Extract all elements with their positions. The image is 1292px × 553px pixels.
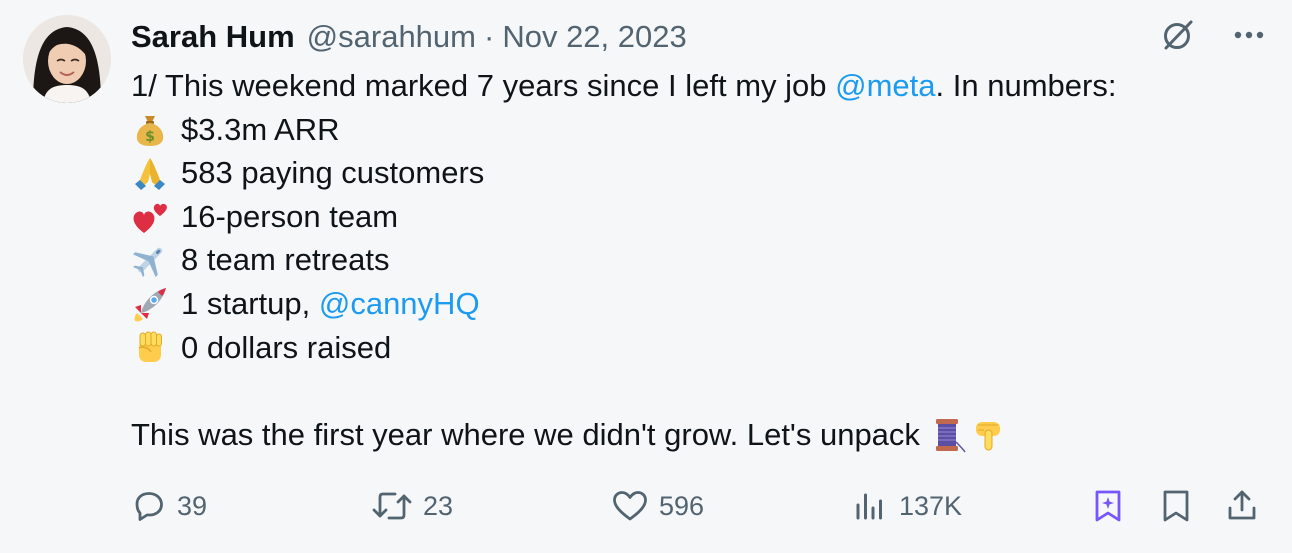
stat-line: 583 paying customers [131, 151, 1251, 195]
stat-line: 8 team retreats [131, 238, 1251, 282]
grok-bookmark-icon [1095, 490, 1121, 522]
share-button[interactable] [1225, 486, 1259, 526]
bookmark-button[interactable] [1159, 486, 1193, 526]
bookmark-icon [1163, 490, 1189, 522]
tweet-intro-suffix: . In numbers: [935, 68, 1117, 103]
views-button[interactable]: 137K [853, 486, 962, 526]
share-icon [1228, 490, 1256, 520]
grok-icon[interactable] [1160, 17, 1196, 53]
heart-icon [613, 491, 647, 521]
raised-fist-icon [131, 328, 169, 366]
views-count: 137K [899, 490, 963, 521]
thread-icon [928, 416, 966, 454]
tweet-closing-text: This was the first year where we didn't … [131, 416, 920, 452]
stat-text: 1 startup, [181, 285, 319, 321]
tweet-action-bar: 39 23 596 137K [131, 486, 1266, 526]
reply-button[interactable]: 39 [131, 486, 207, 526]
reply-icon [135, 492, 163, 521]
stat-text: 8 team retreats [181, 242, 390, 278]
tweet-intro-line: 1/ This weekend marked 7 years since I l… [131, 64, 1251, 108]
stat-text: 16-person team [181, 198, 399, 234]
stat-line: $ $3.3m ARR [131, 108, 1251, 152]
like-button[interactable]: 596 [611, 486, 704, 526]
stat-line: 1 startup, @cannyHQ [131, 282, 1251, 326]
tweet-intro-text: 1/ This weekend marked 7 years since I l… [131, 68, 836, 103]
mention-meta-link[interactable]: @meta [835, 64, 935, 108]
tweet-top-actions [1160, 17, 1264, 53]
stat-line: 0 dollars raised [131, 326, 1251, 370]
rocket-icon [131, 285, 169, 323]
author-name[interactable]: Sarah Hum [131, 19, 295, 55]
tweet-closing-line: This was the first year where we didn't … [131, 413, 1251, 457]
folded-hands-icon [131, 154, 169, 192]
stat-text: 583 paying customers [181, 155, 485, 191]
mention-cannyhq-link[interactable]: @cannyHQ [319, 282, 480, 326]
like-count: 596 [659, 490, 705, 521]
views-chart-icon [856, 493, 882, 520]
stat-text: 0 dollars raised [181, 329, 392, 365]
author-handle[interactable]: @sarahhum [307, 19, 476, 55]
avatar-image [23, 15, 111, 103]
money-bag-icon: $ [131, 110, 169, 148]
stat-line: 16-person team [131, 195, 1251, 239]
more-options-icon[interactable] [1234, 31, 1264, 39]
reply-count: 39 [177, 490, 208, 521]
avatar[interactable] [23, 15, 111, 103]
pointing-down-icon [970, 416, 1008, 454]
repost-count: 23 [423, 490, 454, 521]
svg-text:$: $ [145, 129, 155, 145]
tweet-body: 1/ This weekend marked 7 years since I l… [131, 64, 1251, 456]
grok-bookmark-button[interactable] [1091, 486, 1125, 526]
repost-button[interactable]: 23 [371, 486, 453, 526]
tweet-header: Sarah Hum @sarahhum · Nov 22, 2023 [131, 17, 687, 57]
header-separator: · [484, 19, 495, 54]
tweet-date[interactable]: Nov 22, 2023 [502, 19, 686, 55]
two-hearts-icon [131, 198, 169, 236]
stat-text: $3.3m ARR [181, 111, 340, 147]
repost-icon [372, 492, 412, 520]
airplane-icon [131, 241, 169, 279]
